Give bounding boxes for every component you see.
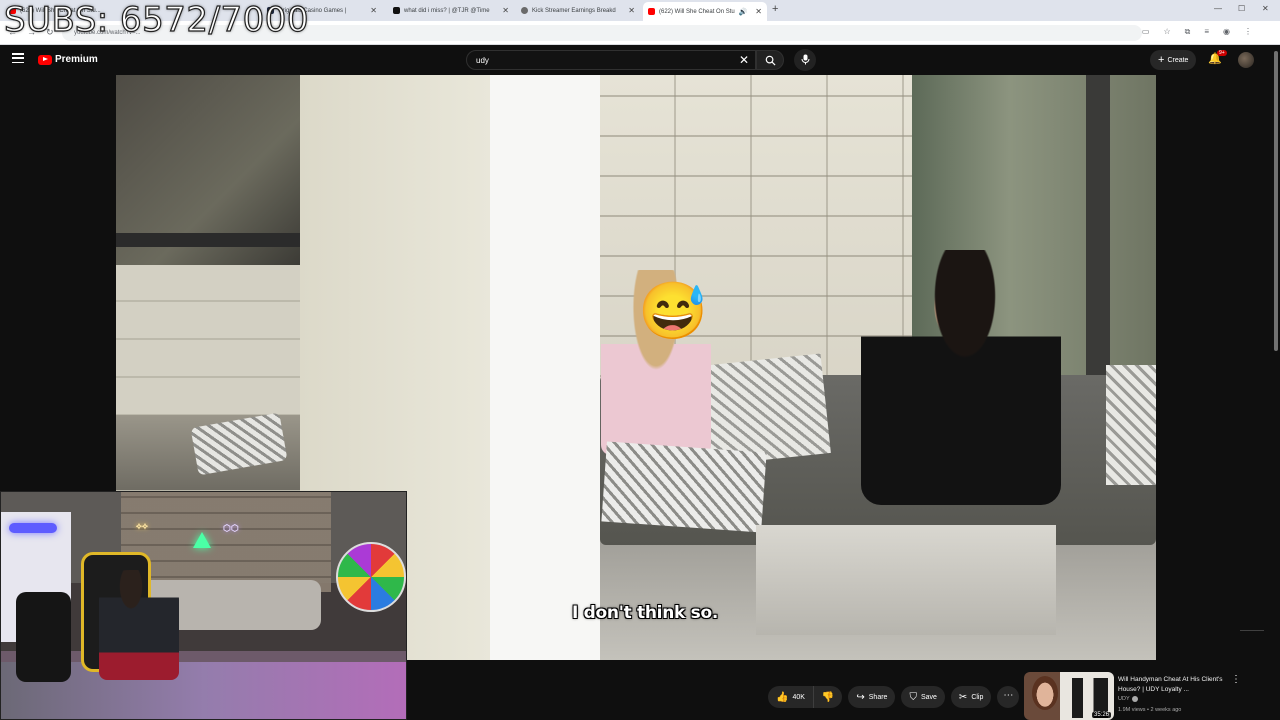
notification-count-badge: 9+ bbox=[1217, 50, 1227, 56]
microphone-icon bbox=[801, 54, 809, 65]
tab-close-icon[interactable]: ✕ bbox=[628, 6, 635, 15]
save-button[interactable]: ⛉ Save bbox=[901, 686, 945, 708]
globe-favicon-icon bbox=[521, 7, 528, 14]
youtube-logo[interactable]: Premium bbox=[38, 54, 98, 65]
youtube-play-logo-icon bbox=[38, 54, 52, 65]
browser-menu-icon[interactable]: ⋮ bbox=[1244, 27, 1252, 37]
bookmark-icon: ⛉ bbox=[909, 691, 917, 703]
recommended-video-meta: 1.9M views • 2 weeks ago bbox=[1118, 707, 1182, 713]
maximize-icon[interactable]: ☐ bbox=[1238, 4, 1245, 13]
tab-close-icon[interactable]: ✕ bbox=[502, 6, 509, 15]
scissors-icon: ✂ bbox=[958, 691, 968, 703]
share-arrow-icon: ↪ bbox=[856, 691, 865, 703]
video-scene-person-black-dress bbox=[861, 250, 1061, 505]
streamer-webcam-overlay: ⟡⟡ ⬡⬡ bbox=[0, 491, 407, 720]
thumbs-down-icon: 👎 bbox=[821, 691, 835, 703]
tab-close-icon[interactable]: ✕ bbox=[370, 6, 377, 15]
tab-close-icon[interactable]: ✕ bbox=[755, 7, 762, 16]
extensions-icon[interactable]: ⧉ bbox=[1185, 27, 1191, 37]
video-scene-pillow bbox=[601, 441, 767, 533]
search-input[interactable]: udy ✕ bbox=[466, 50, 756, 70]
audio-playing-icon: 🔊 bbox=[738, 8, 748, 16]
search-icon bbox=[765, 55, 776, 66]
search-button[interactable] bbox=[756, 50, 784, 70]
cast-icon[interactable]: ▭ bbox=[1142, 27, 1150, 37]
recommended-video-title[interactable]: Will Handyman Cheat At His Client's Hous… bbox=[1118, 675, 1230, 695]
page-scrollbar[interactable] bbox=[1272, 45, 1280, 720]
share-button[interactable]: ↪ Share bbox=[848, 686, 896, 708]
profile-icon[interactable]: ◉ bbox=[1223, 27, 1230, 37]
new-tab-button[interactable]: + bbox=[772, 3, 778, 15]
video-duration-badge: 35:26 bbox=[1091, 712, 1111, 718]
browser-tab[interactable]: what did i miss? | @TJR @Time ✕ bbox=[388, 3, 514, 18]
verified-badge-icon bbox=[1131, 696, 1138, 702]
bookmark-star-icon[interactable]: ☆ bbox=[1163, 27, 1170, 37]
plus-icon: + bbox=[1158, 54, 1165, 66]
cam-office-chair bbox=[16, 592, 71, 682]
like-dislike-group: 👍 40K 👎 bbox=[768, 686, 843, 708]
address-bar-icons: ▭ ☆ ⧉ ≡ ◉ ⋮ bbox=[1142, 27, 1252, 37]
more-actions-icon[interactable]: ⋯ bbox=[997, 686, 1020, 708]
video-scene-column bbox=[490, 75, 600, 660]
recommended-video-thumbnail[interactable]: 35:26 bbox=[1024, 672, 1114, 720]
video-scene-fire-table bbox=[756, 525, 1056, 635]
browser-tab-active[interactable]: (622) Will She Cheat On Stu 🔊 ✕ bbox=[643, 2, 767, 21]
voice-search-button[interactable] bbox=[794, 49, 816, 71]
clear-search-icon[interactable]: ✕ bbox=[739, 53, 749, 67]
subs-counter-overlay: SUBS: 6572/7000 bbox=[3, 0, 310, 41]
thumbs-up-icon: 👍 bbox=[776, 691, 789, 703]
recommended-video-card[interactable]: 35:26 Will Handyman Cheat At His Client'… bbox=[1024, 672, 1274, 720]
scrollbar-thumb[interactable] bbox=[1274, 51, 1278, 351]
cam-neon-sign-logo-icon: ⬡⬡ bbox=[223, 523, 239, 533]
cam-streamer bbox=[99, 570, 179, 680]
clip-button[interactable]: ✂ Clip bbox=[950, 686, 992, 708]
account-avatar[interactable] bbox=[1238, 52, 1254, 68]
youtube-masthead: Premium udy ✕ + Create 🔔 9+ bbox=[0, 45, 1280, 75]
video-scene-pillow bbox=[1106, 365, 1156, 485]
close-window-icon[interactable]: ✕ bbox=[1262, 4, 1269, 13]
thumbnail-face bbox=[1032, 676, 1058, 710]
create-button[interactable]: + Create bbox=[1150, 50, 1197, 70]
video-actions-bar: 👍 40K 👎 ↪ Share ⛉ Save ✂ Clip ⋯ bbox=[768, 686, 1020, 708]
youtube-favicon-icon bbox=[648, 8, 655, 15]
video-subtitle: I don't think so. bbox=[572, 603, 718, 623]
recommended-video-channel[interactable]: UDY bbox=[1118, 696, 1138, 702]
browser-tab[interactable]: Kick Streamer Earnings Breakd ✕ bbox=[516, 3, 640, 18]
like-button[interactable]: 👍 40K bbox=[768, 686, 814, 708]
video-watermark-icon bbox=[1240, 630, 1264, 640]
guide-menu-icon[interactable] bbox=[12, 53, 24, 63]
video-scene-window-frame bbox=[116, 233, 304, 247]
minimize-icon[interactable]: — bbox=[1214, 4, 1222, 13]
sweat-smile-emoji-icon: 😅 bbox=[638, 279, 708, 342]
cam-neon-sign bbox=[9, 523, 57, 533]
cam-neon-sign-logo-icon: ⟡⟡ bbox=[136, 521, 148, 531]
cam-neon-triangle-icon bbox=[193, 532, 211, 548]
prize-wheel-icon bbox=[336, 542, 406, 612]
tiktok-favicon-icon bbox=[393, 7, 400, 14]
dislike-button[interactable]: 👎 bbox=[813, 686, 843, 708]
video-options-menu-icon[interactable]: ⋮ bbox=[1231, 674, 1241, 685]
media-controls-icon[interactable]: ≡ bbox=[1204, 27, 1209, 37]
